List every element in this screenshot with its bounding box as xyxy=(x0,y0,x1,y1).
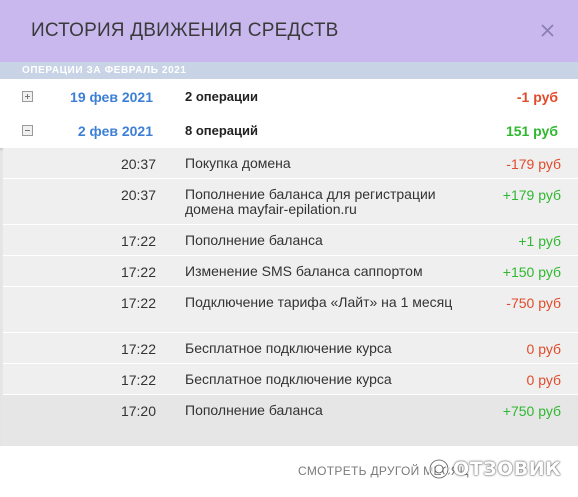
operation-row: 17:22 Пополнение баланса +1 руб xyxy=(3,225,578,256)
day-sum: 151 руб xyxy=(505,123,558,139)
operation-amount: 0 руб xyxy=(526,341,561,357)
operation-row: 17:22 Бесплатное подключение курса 0 руб xyxy=(3,364,578,395)
day-date: 2 фев 2021 xyxy=(77,123,153,139)
operation-time: 17:22 xyxy=(120,372,156,388)
operation-time: 17:22 xyxy=(120,341,156,357)
operation-row: 17:22 Изменение SMS баланса саппортом +1… xyxy=(3,256,578,287)
operation-description: Пополнение баланса xyxy=(185,232,323,248)
operation-amount: 0 руб xyxy=(526,372,561,388)
operation-time: 17:22 xyxy=(120,264,156,280)
day-row[interactable]: 2 фев 2021 8 операций 151 руб xyxy=(0,114,578,148)
close-icon[interactable] xyxy=(538,18,558,42)
operation-description: Изменение SMS баланса саппортом xyxy=(185,263,423,279)
operation-description: Пополнение баланса для регистрации домен… xyxy=(185,186,436,217)
period-label: ОПЕРАЦИИ ЗА ФЕВРАЛЬ 2021 xyxy=(22,65,187,76)
modal-header: ИСТОРИЯ ДВИЖЕНИЯ СРЕДСТВ xyxy=(0,0,578,62)
operation-description: Подключение тарифа «Лайт» на 1 месяц xyxy=(185,294,453,310)
operation-amount: +1 руб xyxy=(518,233,561,249)
watermark-text: ОТЗОВИК xyxy=(453,458,562,480)
operation-row: 17:20 Пополнение баланса +750 руб xyxy=(3,395,578,446)
operation-amount: +179 руб xyxy=(502,187,561,203)
operation-description: Покупка домена xyxy=(185,155,291,171)
day-date: 19 фев 2021 xyxy=(70,89,153,105)
operation-description: Бесплатное подключение курса xyxy=(185,371,392,387)
operation-description: Пополнение баланса xyxy=(185,402,323,418)
collapse-icon[interactable] xyxy=(22,125,33,136)
operation-time: 20:37 xyxy=(120,187,156,203)
operation-amount: -750 руб xyxy=(506,295,561,311)
operation-row: 20:37 Пополнение баланса для регистрации… xyxy=(3,179,578,225)
period-bar: ОПЕРАЦИИ ЗА ФЕВРАЛЬ 2021 xyxy=(0,62,578,79)
operation-row: 17:22 Подключение тарифа «Лайт» на 1 мес… xyxy=(3,287,578,333)
day-sum: -1 руб xyxy=(516,89,558,105)
operation-time: 17:22 xyxy=(120,233,156,249)
watermark-logo-icon xyxy=(428,458,450,480)
operation-amount: +150 руб xyxy=(502,264,561,280)
operation-time: 17:20 xyxy=(120,403,156,419)
operation-time: 20:37 xyxy=(120,156,156,172)
operation-amount: +750 руб xyxy=(502,403,561,419)
modal-title: ИСТОРИЯ ДВИЖЕНИЯ СРЕДСТВ xyxy=(31,20,339,41)
day-row[interactable]: 19 фев 2021 2 операции -1 руб xyxy=(0,80,578,114)
operations-list: 20:37 Покупка домена -179 руб 20:37 Попо… xyxy=(0,148,578,446)
operation-time: 17:22 xyxy=(120,295,156,311)
operation-description: Бесплатное подключение курса xyxy=(185,340,392,356)
day-operations-count: 2 операции xyxy=(185,89,259,104)
operation-row: 17:22 Бесплатное подключение курса 0 руб xyxy=(3,333,578,364)
day-operations-count: 8 операций xyxy=(185,123,259,138)
operation-amount: -179 руб xyxy=(506,156,561,172)
expand-icon[interactable] xyxy=(22,91,33,102)
watermark: ОТЗОВИК xyxy=(428,458,561,480)
operation-row: 20:37 Покупка домена -179 руб xyxy=(3,148,578,179)
